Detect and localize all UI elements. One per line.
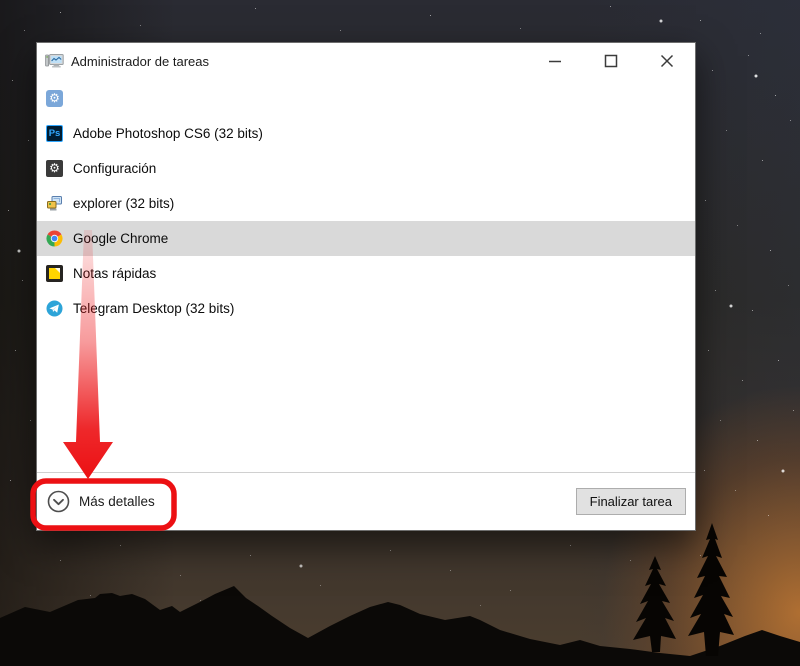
more-details-toggle[interactable]: Más detalles <box>47 490 155 513</box>
task-label: Adobe Photoshop CS6 (32 bits) <box>73 126 263 141</box>
bright-stars <box>0 0 2 2</box>
maximize-icon <box>604 54 618 68</box>
task-list: ⚙ Ps Adobe Photoshop CS6 (32 bits) ⚙ Con… <box>37 79 695 326</box>
window-title: Administrador de tareas <box>71 53 210 69</box>
photoshop-icon: Ps <box>46 125 63 142</box>
settings-blue-icon: ⚙ <box>46 90 63 107</box>
close-button[interactable] <box>639 43 695 79</box>
task-manager-icon <box>45 54 64 68</box>
maximize-button[interactable] <box>583 43 639 79</box>
footer-bar: Más detalles Finalizar tarea <box>37 472 695 530</box>
desktop-background: { "desktop": { "wallpaper": "night-sky-w… <box>0 0 800 666</box>
task-label: Google Chrome <box>73 231 169 246</box>
task-row-configuracion[interactable]: ⚙ Configuración <box>37 151 695 186</box>
minimize-button[interactable] <box>527 43 583 79</box>
task-label: Configuración <box>73 161 157 176</box>
task-label: explorer (32 bits) <box>73 196 175 211</box>
task-row-photoshop[interactable]: Ps Adobe Photoshop CS6 (32 bits) <box>37 116 695 151</box>
settings-gear-icon: ⚙ <box>46 160 63 177</box>
end-task-button[interactable]: Finalizar tarea <box>575 488 686 515</box>
explorer-icon <box>46 195 63 212</box>
task-row-settings-blank[interactable]: ⚙ <box>37 81 695 116</box>
task-row-telegram[interactable]: Telegram Desktop (32 bits) <box>37 291 695 326</box>
conifer-tree-small <box>633 556 676 652</box>
chrome-icon <box>46 230 63 247</box>
title-bar[interactable]: Administrador de tareas <box>37 43 695 79</box>
sticky-notes-icon <box>46 265 63 282</box>
close-icon <box>660 54 674 68</box>
task-row-google-chrome[interactable]: Google Chrome <box>37 221 695 256</box>
task-row-explorer[interactable]: explorer (32 bits) <box>37 186 695 221</box>
telegram-icon <box>46 300 63 317</box>
chevron-down-circle-icon <box>47 490 70 513</box>
more-details-label: Más detalles <box>79 494 155 509</box>
minimize-icon <box>549 60 561 63</box>
task-manager-window: Administrador de tareas ⚙ Ps Adobe Photo… <box>36 42 696 531</box>
list-empty-area <box>37 326 695 472</box>
task-row-notas-rapidas[interactable]: Notas rápidas <box>37 256 695 291</box>
task-label: Telegram Desktop (32 bits) <box>73 301 235 316</box>
task-label: Notas rápidas <box>73 266 157 281</box>
conifer-tree-tall <box>688 523 734 656</box>
